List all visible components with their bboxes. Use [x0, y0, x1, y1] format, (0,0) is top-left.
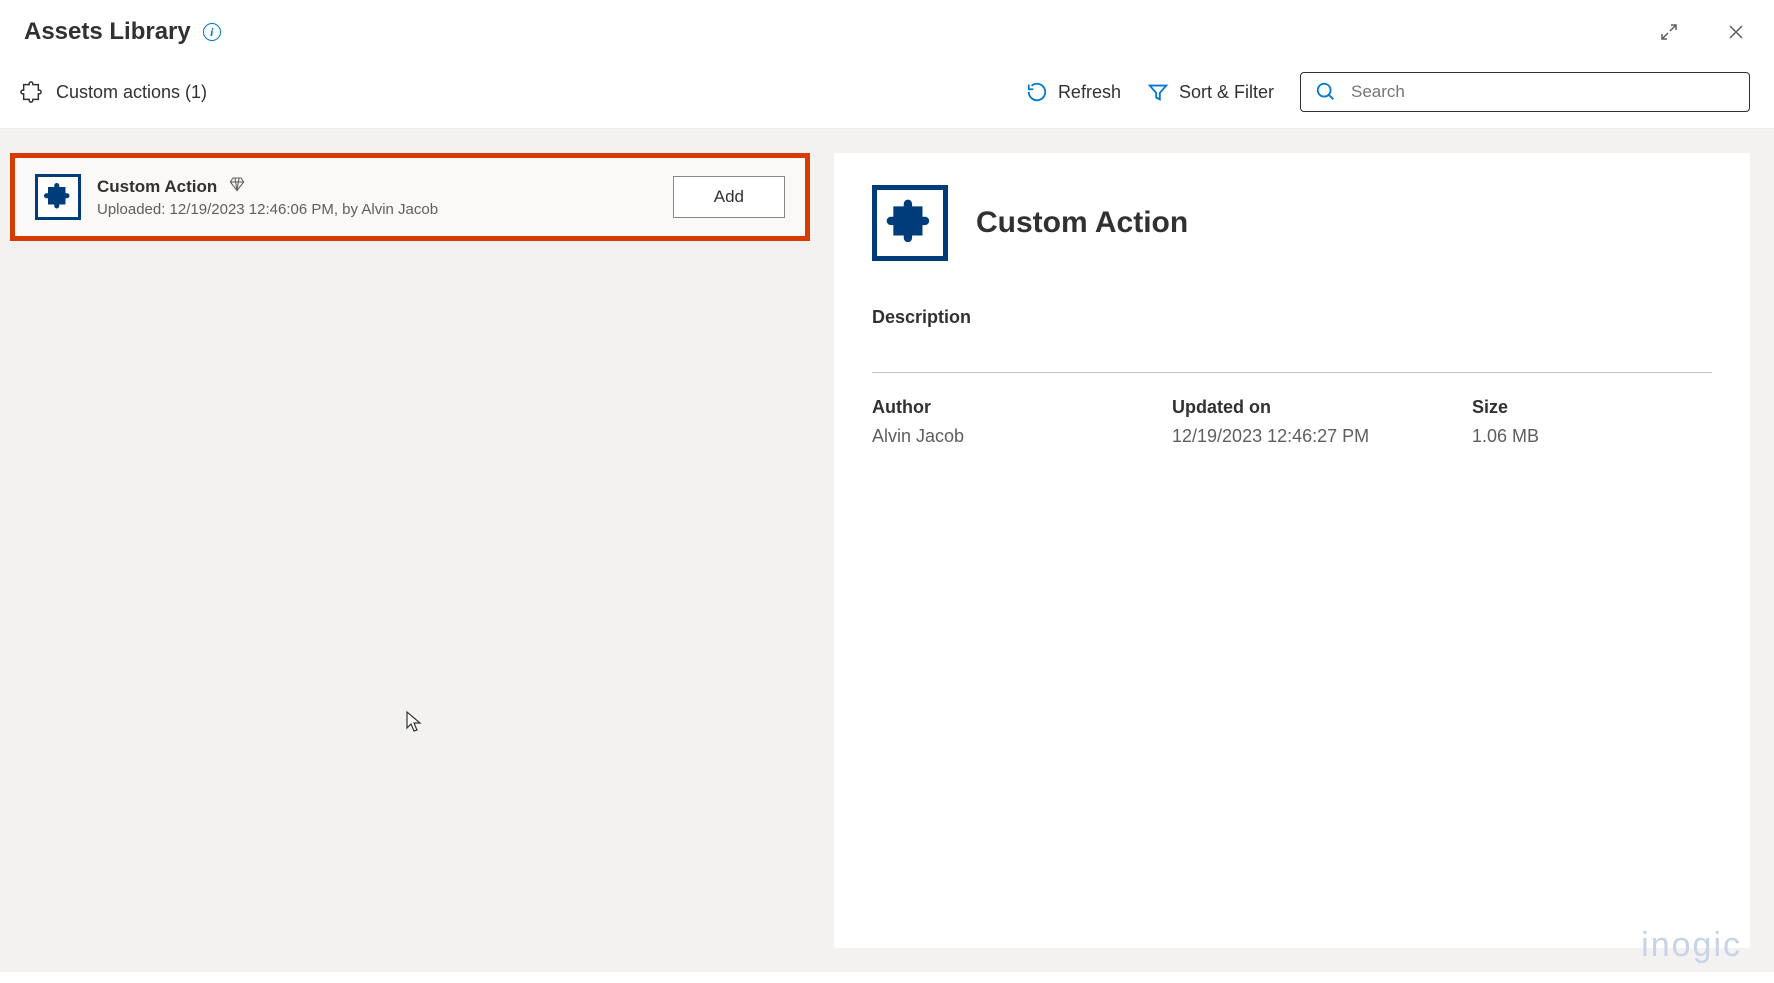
- updated-field: Updated on 12/19/2023 12:46:27 PM: [1172, 397, 1412, 447]
- custom-actions-tab[interactable]: Custom actions (1): [56, 82, 207, 103]
- sort-filter-button[interactable]: Sort & Filter: [1147, 81, 1274, 103]
- list-item-title: Custom Action: [97, 177, 217, 197]
- toolbar-left: Custom actions (1): [20, 81, 207, 103]
- watermark: inogic: [1641, 926, 1742, 965]
- add-button[interactable]: Add: [673, 176, 785, 218]
- refresh-icon: [1026, 81, 1048, 103]
- toolbar-right: Refresh Sort & Filter: [1026, 72, 1750, 112]
- detail-header: Custom Action: [872, 185, 1712, 261]
- refresh-label: Refresh: [1058, 82, 1121, 103]
- search-box[interactable]: [1300, 72, 1750, 112]
- updated-value: 12/19/2023 12:46:27 PM: [1172, 426, 1412, 447]
- description-label: Description: [872, 307, 1712, 328]
- list-panel: Custom Action Uploaded: 12/19/2023 12:46…: [0, 129, 822, 972]
- dialog-header: Assets Library i: [0, 0, 1774, 60]
- puzzle-icon: [872, 185, 948, 261]
- author-label: Author: [872, 397, 1112, 418]
- premium-icon: [229, 176, 245, 197]
- toolbar: Custom actions (1) Refresh Sort & Filter: [0, 60, 1774, 129]
- size-label: Size: [1472, 397, 1539, 418]
- list-item[interactable]: Custom Action Uploaded: 12/19/2023 12:46…: [10, 153, 810, 241]
- puzzle-icon: [20, 81, 42, 103]
- author-field: Author Alvin Jacob: [872, 397, 1112, 447]
- detail-title: Custom Action: [976, 206, 1188, 240]
- filter-icon: [1147, 81, 1169, 103]
- list-item-text: Custom Action Uploaded: 12/19/2023 12:46…: [97, 176, 438, 218]
- puzzle-icon: [35, 174, 81, 220]
- expand-icon: [1660, 23, 1678, 41]
- detail-meta: Author Alvin Jacob Updated on 12/19/2023…: [872, 397, 1712, 447]
- author-value: Alvin Jacob: [872, 426, 1112, 447]
- list-item-left: Custom Action Uploaded: 12/19/2023 12:46…: [35, 174, 438, 220]
- size-field: Size 1.06 MB: [1472, 397, 1539, 447]
- refresh-button[interactable]: Refresh: [1026, 81, 1121, 103]
- header-left: Assets Library i: [24, 18, 221, 46]
- list-item-subtitle: Uploaded: 12/19/2023 12:46:06 PM, by Alv…: [97, 201, 438, 218]
- updated-label: Updated on: [1172, 397, 1412, 418]
- page-title: Assets Library: [24, 18, 191, 46]
- divider: [872, 372, 1712, 373]
- search-icon: [1315, 81, 1337, 103]
- list-item-title-row: Custom Action: [97, 176, 438, 197]
- content-area: Custom Action Uploaded: 12/19/2023 12:46…: [0, 129, 1774, 972]
- sort-filter-label: Sort & Filter: [1179, 82, 1274, 103]
- search-input[interactable]: [1351, 82, 1735, 102]
- close-button[interactable]: [1722, 18, 1750, 46]
- detail-panel: Custom Action Description Author Alvin J…: [834, 153, 1750, 948]
- size-value: 1.06 MB: [1472, 426, 1539, 447]
- info-icon[interactable]: i: [203, 23, 221, 41]
- expand-button[interactable]: [1656, 19, 1682, 45]
- close-icon: [1726, 22, 1746, 42]
- header-right: [1656, 18, 1750, 46]
